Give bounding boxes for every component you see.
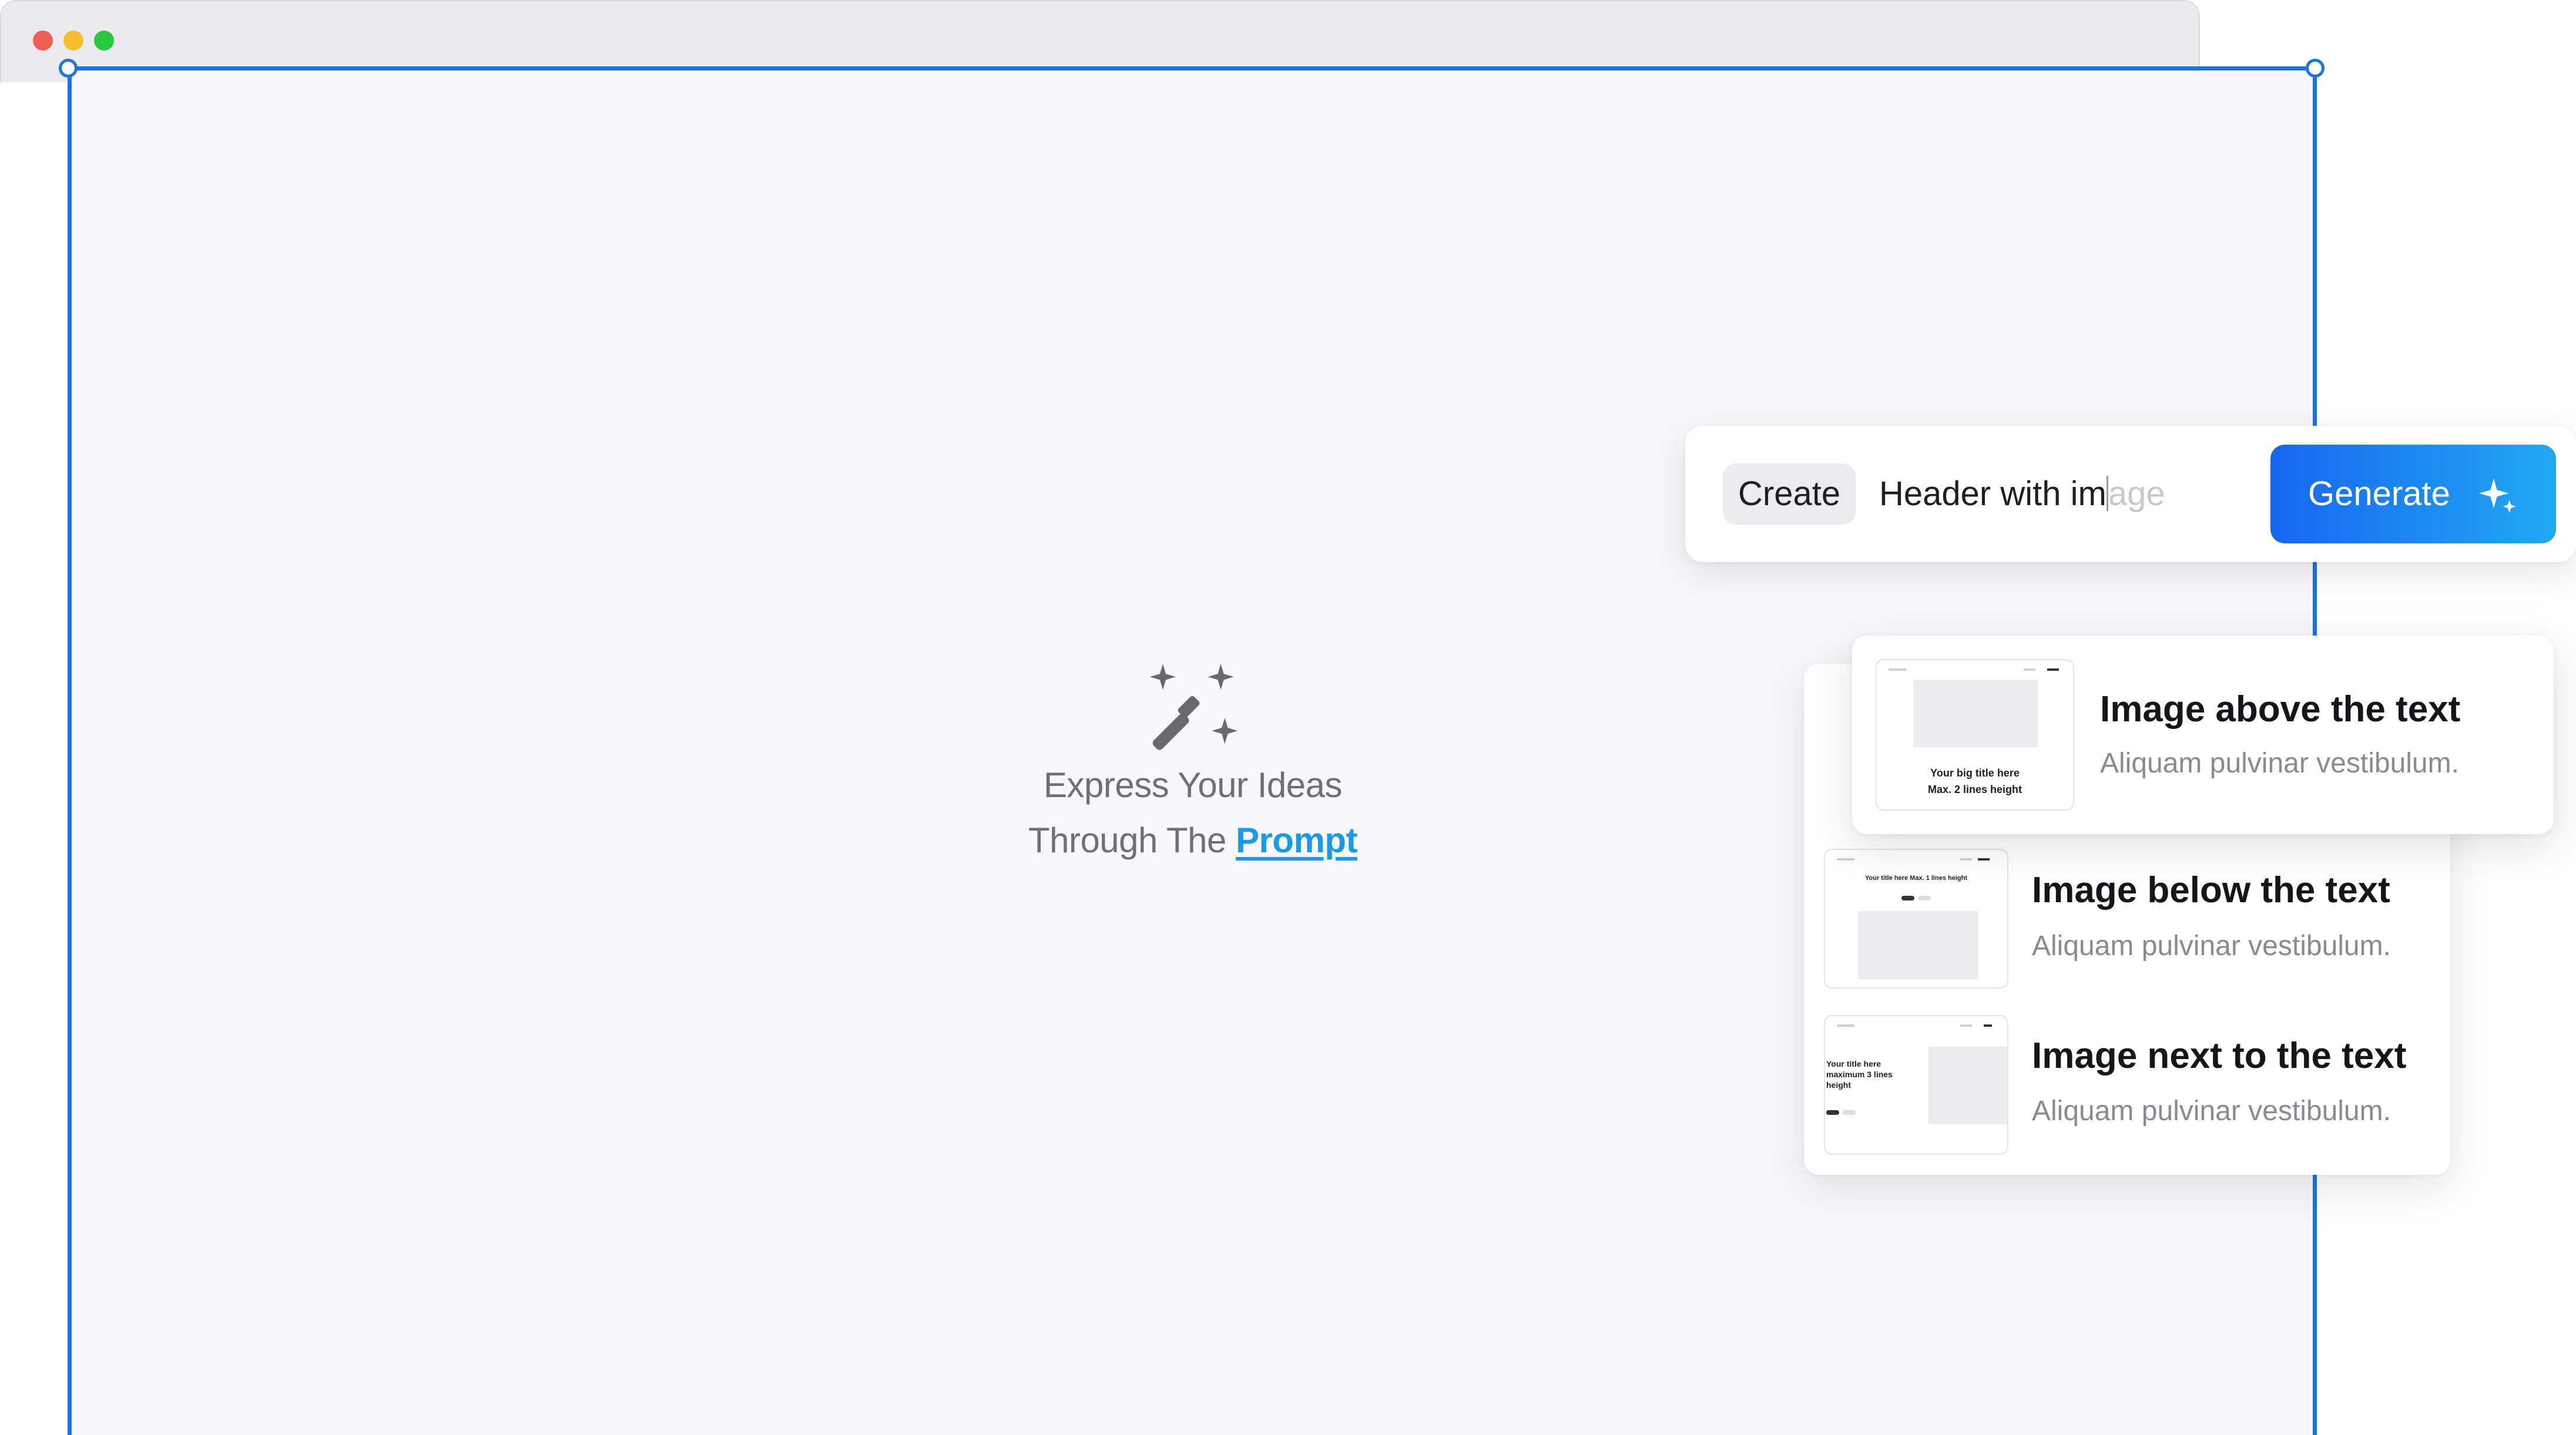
resize-handle-top-right[interactable] bbox=[2306, 59, 2325, 78]
option-title-next[interactable]: Image next to the text bbox=[2032, 1035, 2406, 1077]
maximize-window-button[interactable] bbox=[94, 31, 114, 51]
prompt-link[interactable]: Prompt bbox=[1236, 821, 1358, 860]
option-thumbnail-next[interactable]: Your title here maximum 3 lines height bbox=[1824, 1015, 2008, 1155]
prompt-input[interactable]: Header with image bbox=[1879, 463, 2165, 525]
option-subtitle-above: Aliquam pulvinar vestibulum. bbox=[2100, 748, 2459, 779]
option-thumbnail-below[interactable]: Your title here Max. 1 lines height bbox=[1824, 849, 2008, 989]
magic-wand-icon bbox=[1149, 664, 1238, 750]
option-subtitle-next: Aliquam pulvinar vestibulum. bbox=[2032, 1095, 2391, 1127]
thumbnail-image-placeholder bbox=[1928, 1047, 2007, 1124]
create-chip[interactable]: Create bbox=[1723, 463, 1856, 525]
option-card-above[interactable]: Your big title here Max. 2 lines height … bbox=[1852, 636, 2554, 834]
empty-state-prefix: Through The bbox=[1028, 821, 1226, 860]
prompt-bar: Create Header with image Generate bbox=[1685, 426, 2576, 562]
option-title-below[interactable]: Image below the text bbox=[2032, 869, 2390, 911]
resize-handle-top-left[interactable] bbox=[59, 59, 78, 78]
thumbnail-nav bbox=[1837, 1022, 1995, 1028]
close-window-button[interactable] bbox=[33, 31, 53, 51]
thumbnail-image-placeholder bbox=[1858, 911, 1978, 979]
empty-state: Express Your Ideas Through The Prompt bbox=[928, 658, 1457, 868]
prompt-autocomplete-text: age bbox=[2108, 475, 2165, 513]
option-subtitle-below: Aliquam pulvinar vestibulum. bbox=[2032, 930, 2391, 962]
thumbnail-nav bbox=[1837, 856, 1995, 862]
minimize-window-button[interactable] bbox=[63, 31, 83, 51]
option-thumbnail-above[interactable]: Your big title here Max. 2 lines height bbox=[1876, 659, 2074, 811]
thumbnail-title: Your title here Max. 1 lines height bbox=[1864, 875, 1967, 882]
thumbnail-title: Your big title here Max. 2 lines height bbox=[1927, 767, 2022, 795]
option-title-above[interactable]: Image above the text bbox=[2100, 688, 2460, 730]
thumbnail-nav bbox=[1889, 666, 2061, 672]
thumbnail-image-placeholder bbox=[1913, 680, 2038, 747]
generate-button-label: Generate bbox=[2308, 475, 2450, 513]
prompt-typed-text: Header with im bbox=[1879, 475, 2107, 513]
empty-state-line-2: Through The Prompt bbox=[928, 813, 1457, 868]
empty-state-line-1: Express Your Ideas bbox=[1043, 765, 1343, 805]
generate-button[interactable]: Generate bbox=[2270, 445, 2556, 543]
thumbnail-title: Your title here maximum 3 lines height bbox=[1826, 1059, 1893, 1090]
sparkle-icon bbox=[2478, 478, 2516, 513]
